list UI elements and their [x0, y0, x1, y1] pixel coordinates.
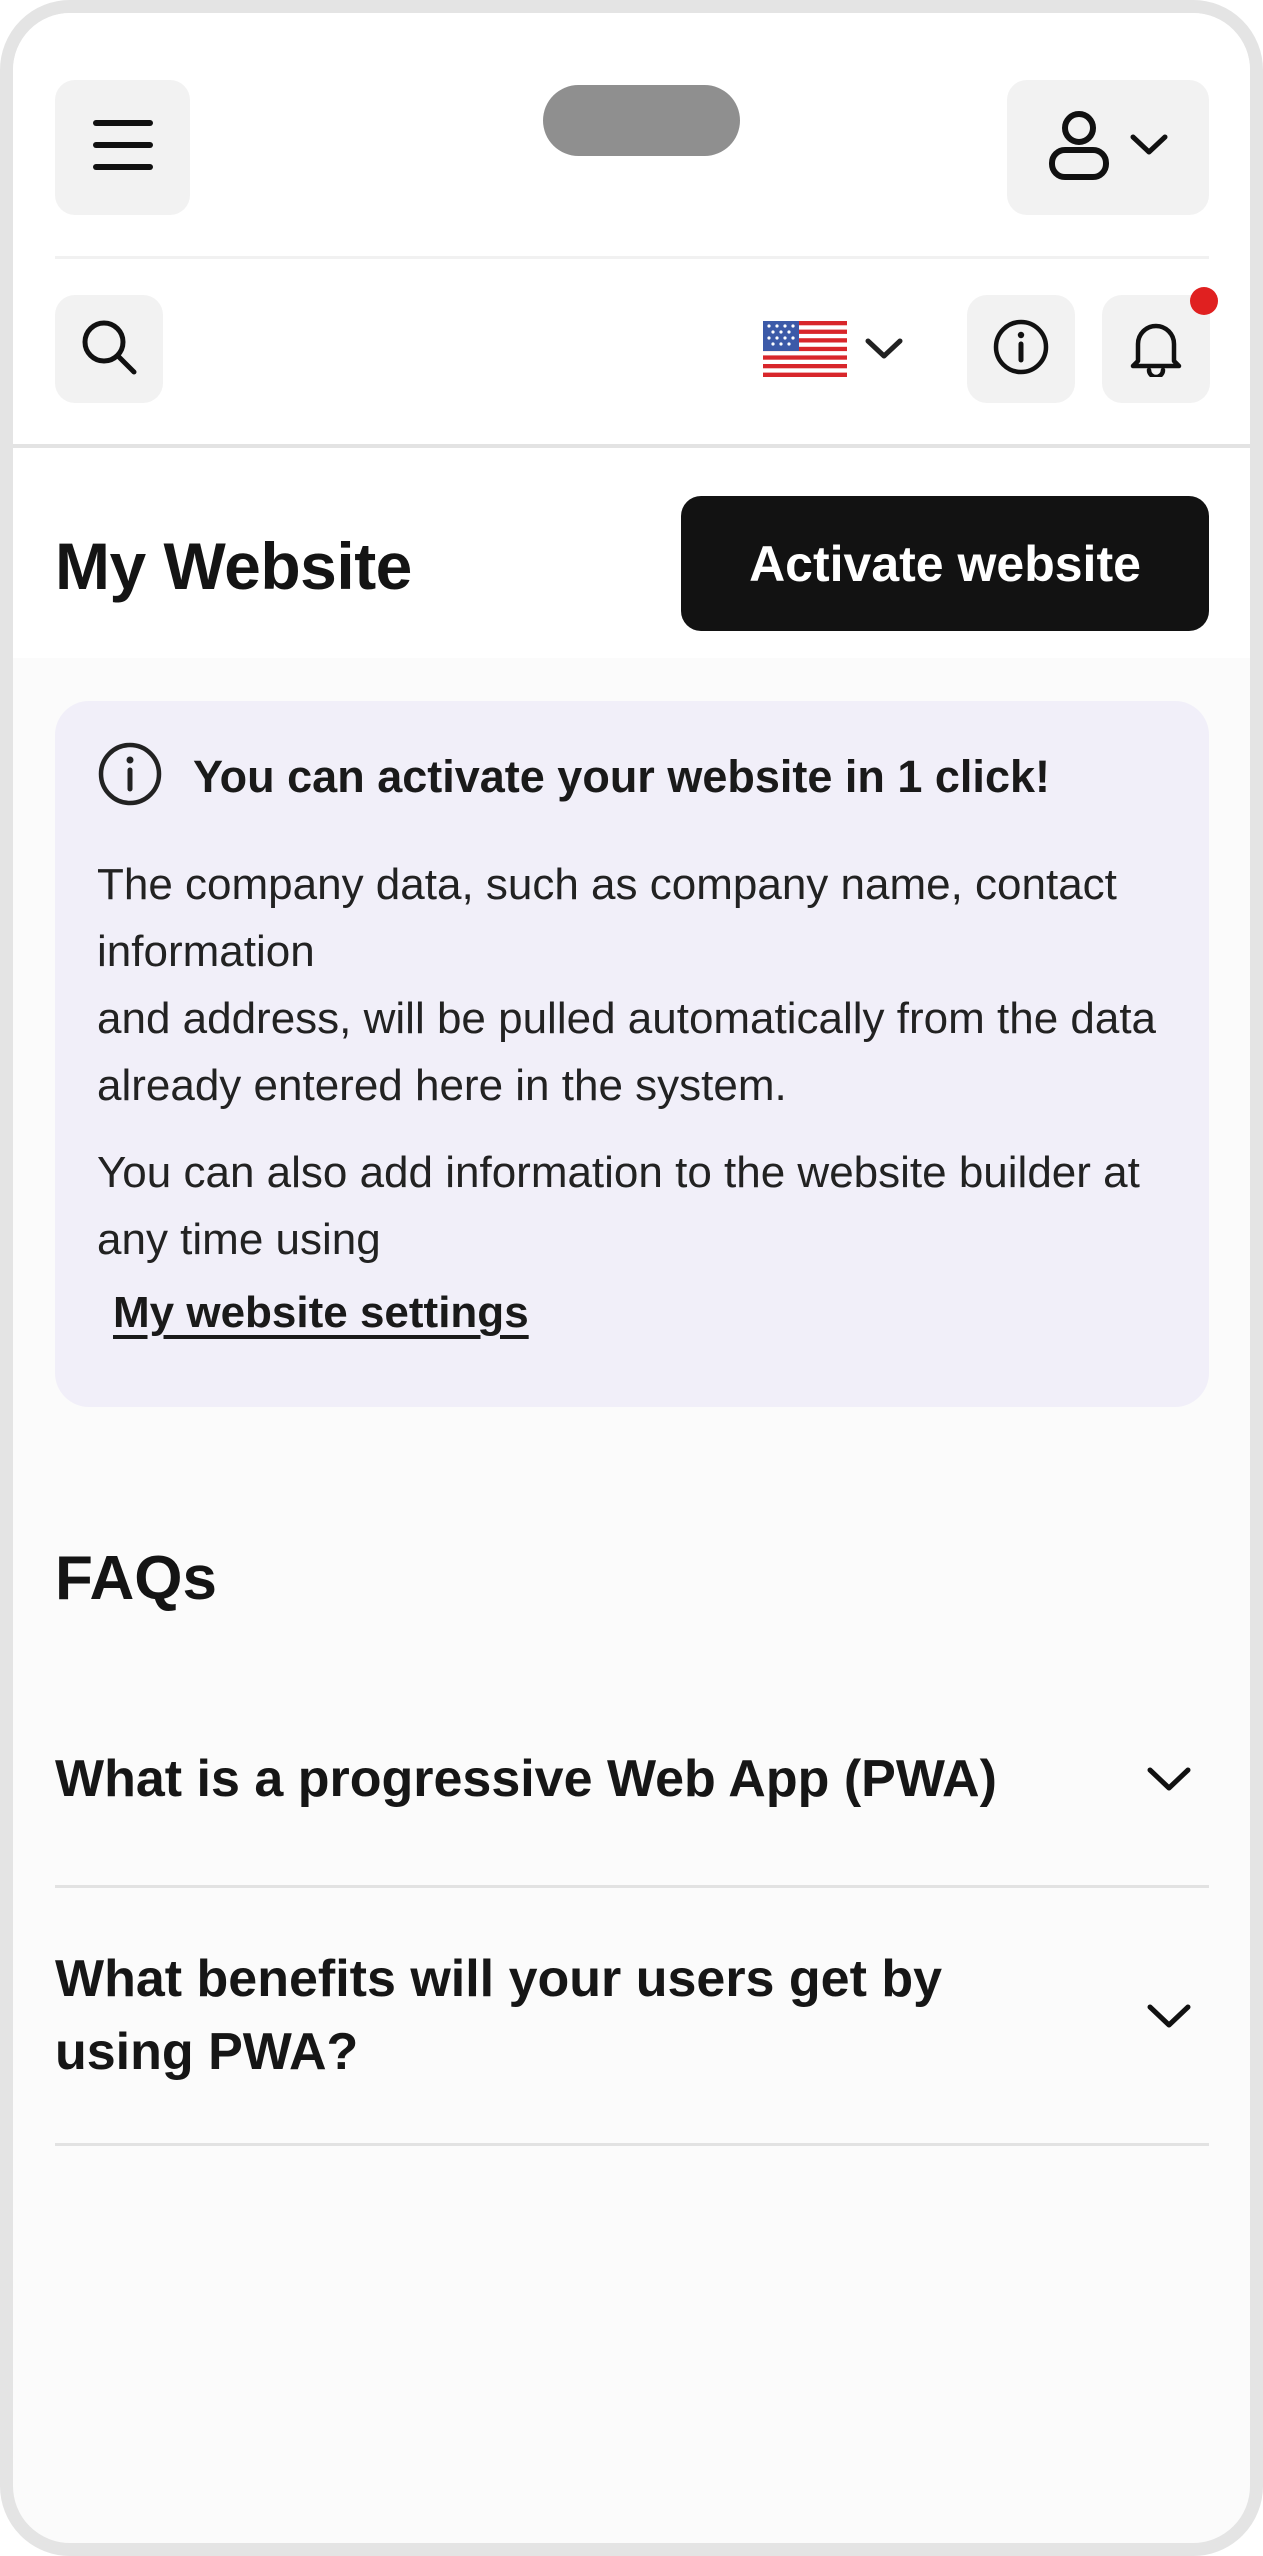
info-card: You can activate your website in 1 click… — [55, 701, 1209, 1407]
language-selector[interactable] — [763, 320, 903, 382]
activate-website-button[interactable]: Activate website — [681, 496, 1209, 631]
faq-question: What is a progressive Web App (PWA) — [55, 1749, 997, 1808]
chevron-down-icon — [1130, 133, 1168, 162]
camera-notch — [543, 85, 740, 156]
info-card-text-line2: and address, will be pulled automaticall… — [97, 994, 1157, 1110]
info-card-text: You can also add information to the webs… — [97, 1148, 1140, 1264]
page-header: My Website Activate website — [13, 448, 1250, 658]
website-settings-link[interactable]: My website settings — [113, 1279, 529, 1346]
phone-frame: My Website Activate website You can acti… — [0, 0, 1263, 2556]
info-card-body: The company data, such as company name, … — [97, 851, 1177, 1346]
faq-list: What is a progressive Web App (PWA) What… — [55, 1673, 1209, 2146]
notification-dot — [1190, 287, 1218, 315]
toolbar — [13, 259, 1250, 448]
user-icon — [1048, 110, 1110, 185]
info-card-paragraph: The company data, such as company name, … — [97, 851, 1177, 1119]
chevron-down-icon — [1129, 2002, 1209, 2030]
hamburger-icon — [92, 119, 153, 176]
us-flag-icon — [763, 320, 847, 382]
info-card-text-line1: The company data, such as company name, … — [97, 860, 1117, 976]
faq-heading: FAQs — [55, 1544, 217, 1613]
notifications-button[interactable] — [1102, 287, 1218, 403]
info-card-header: You can activate your website in 1 click… — [97, 741, 1050, 812]
menu-button[interactable] — [55, 80, 190, 215]
info-card-paragraph: You can also add information to the webs… — [97, 1139, 1177, 1346]
user-menu-button[interactable] — [1007, 80, 1209, 215]
info-button[interactable] — [967, 295, 1075, 403]
info-card-title: You can activate your website in 1 click… — [193, 750, 1050, 802]
faq-item[interactable]: What is a progressive Web App (PWA) — [55, 1673, 1209, 1888]
info-icon — [97, 741, 163, 812]
page-title: My Website — [55, 529, 412, 603]
bell-icon — [1128, 317, 1184, 382]
faq-question: What benefits will your users get by usi… — [55, 1949, 943, 2081]
info-icon — [992, 318, 1050, 381]
faq-item[interactable]: What benefits will your users get by usi… — [55, 1888, 1209, 2146]
search-button[interactable] — [55, 295, 163, 403]
chevron-down-icon — [865, 337, 903, 366]
chevron-down-icon — [1129, 1765, 1209, 1793]
top-bar — [13, 13, 1250, 270]
search-icon — [80, 318, 138, 381]
